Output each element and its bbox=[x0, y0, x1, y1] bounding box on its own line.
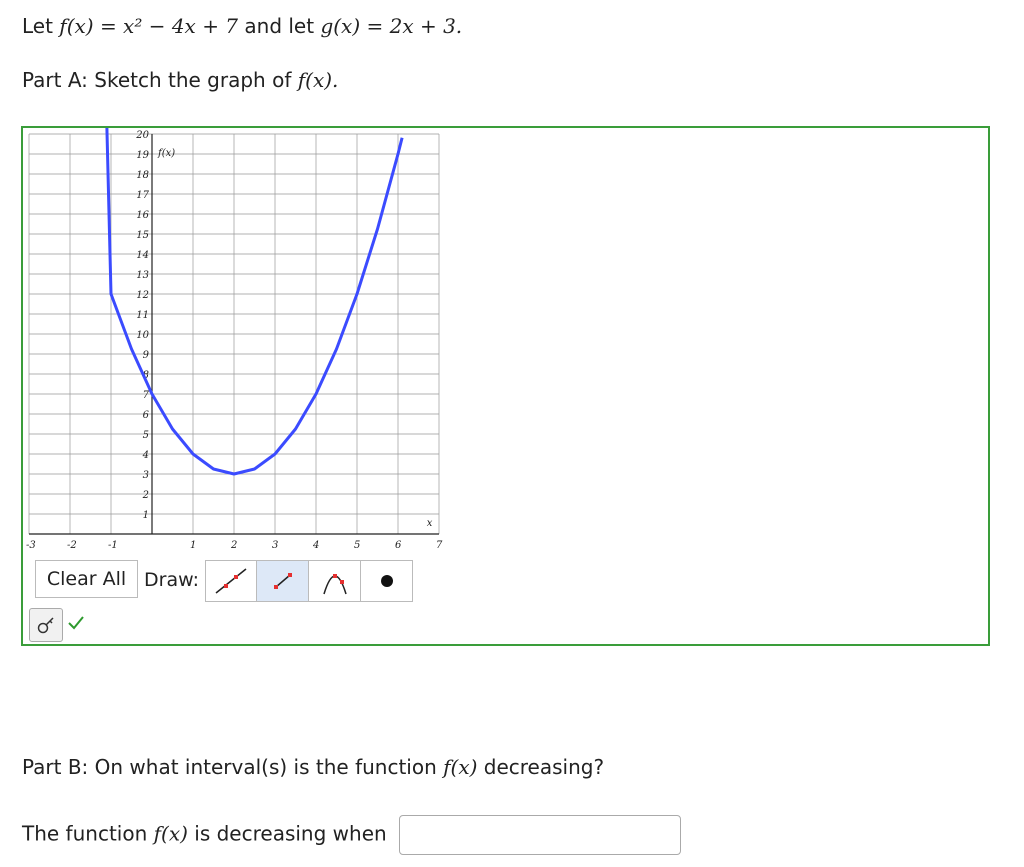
y-tick-label: 6 bbox=[143, 410, 150, 421]
y-tick-label: 16 bbox=[136, 210, 149, 221]
x-tick-label: 4 bbox=[312, 540, 319, 548]
point-tool-icon[interactable] bbox=[361, 560, 413, 602]
x-tick-label: 7 bbox=[436, 540, 443, 548]
answer-input[interactable] bbox=[399, 815, 682, 855]
question-line: Let f(x) = x² − 4x + 7 and let g(x) = 2x… bbox=[22, 14, 462, 38]
y-tick-label: 12 bbox=[136, 290, 149, 301]
parabola-tool-icon[interactable] bbox=[309, 560, 361, 602]
y-tick-label: 4 bbox=[142, 450, 149, 461]
part-b-text: Part B: On what interval(s) is the funct… bbox=[22, 755, 437, 779]
part-a-fx: f(x). bbox=[297, 68, 339, 92]
draw-toolbar: Clear All Draw: bbox=[35, 560, 413, 602]
fx-curve[interactable] bbox=[105, 128, 404, 476]
y-tick-label: 2 bbox=[142, 490, 149, 501]
x-axis-label: x bbox=[427, 518, 433, 529]
g-definition: g(x) = 2x + 3. bbox=[320, 14, 463, 38]
line-tool-icon[interactable] bbox=[205, 560, 257, 602]
let-text: Let bbox=[22, 14, 53, 38]
y-tick-label: 15 bbox=[136, 230, 149, 241]
graph-status bbox=[29, 608, 85, 642]
y-tick-label: 18 bbox=[136, 170, 149, 181]
check-icon bbox=[67, 615, 85, 635]
part-b-suffix: decreasing? bbox=[483, 755, 605, 779]
graph-panel: -3 -2 -1 1 2 3 4 5 6 7 1 2 3 4 5 6 7 8 9 10 11 12 13 14 15 16 17 1… bbox=[21, 126, 990, 646]
answer-prefix: The function bbox=[22, 821, 148, 846]
part-b-fx: f(x) bbox=[443, 755, 478, 779]
y-axis-label: f(x) bbox=[157, 148, 175, 159]
x-tick-label: 3 bbox=[272, 540, 278, 548]
y-tick-label: 20 bbox=[135, 130, 149, 141]
y-tick-labels: 1234567891011121314151617181920 bbox=[135, 130, 149, 521]
y-tick-label: 11 bbox=[136, 310, 149, 321]
y-tick-label: 19 bbox=[136, 150, 149, 161]
x-tick-label: -2 bbox=[67, 540, 77, 548]
y-tick-label: 5 bbox=[143, 430, 149, 441]
answer-fx: f(x) bbox=[153, 821, 188, 846]
x-tick-label: 6 bbox=[395, 540, 402, 548]
x-tick-label: 5 bbox=[354, 540, 360, 548]
y-tick-label: 17 bbox=[136, 190, 149, 201]
draw-label: Draw: bbox=[144, 569, 199, 591]
part-a-text: Part A: Sketch the graph of bbox=[22, 68, 292, 92]
answer-suffix: is decreasing when bbox=[194, 821, 387, 846]
y-tick-label: 14 bbox=[136, 250, 149, 261]
y-tick-label: 10 bbox=[136, 330, 149, 341]
f-definition: f(x) = x² − 4x + 7 bbox=[59, 14, 239, 38]
key-icon[interactable] bbox=[29, 608, 63, 642]
y-tick-label: 13 bbox=[136, 270, 149, 281]
x-tick-label: 2 bbox=[230, 540, 237, 548]
x-tick-labels: -3 -2 -1 1 2 3 4 5 6 7 bbox=[26, 540, 443, 548]
and-let-text: and let bbox=[244, 14, 315, 38]
x-tick-label: -1 bbox=[108, 540, 118, 548]
segment-tool-icon[interactable] bbox=[257, 560, 309, 602]
y-tick-label: 9 bbox=[143, 350, 150, 361]
y-tick-label: 3 bbox=[143, 470, 149, 481]
graph-canvas[interactable]: -3 -2 -1 1 2 3 4 5 6 7 12345678910111213141516171… bbox=[23, 128, 988, 548]
clear-all-button[interactable]: Clear All bbox=[35, 560, 138, 598]
y-tick-label: 1 bbox=[143, 510, 149, 521]
x-tick-label: -3 bbox=[26, 540, 36, 548]
y-tick-label: 7 bbox=[143, 390, 150, 401]
x-tick-label: 1 bbox=[190, 540, 196, 548]
answer-line: The function f(x) is decreasing when bbox=[22, 815, 682, 855]
part-b-prompt: Part B: On what interval(s) is the funct… bbox=[22, 755, 604, 779]
part-a-prompt: Part A: Sketch the graph of f(x). bbox=[22, 68, 338, 92]
